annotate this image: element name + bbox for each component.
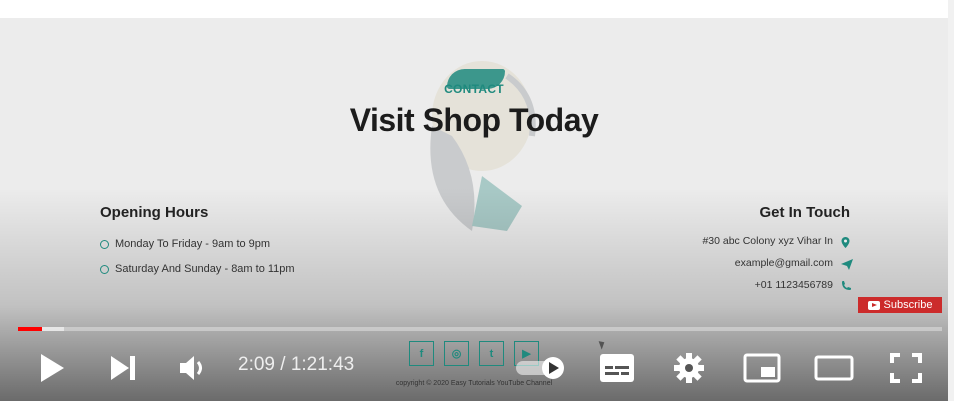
page-title: Visit Shop Today [349,102,599,138]
paper-plane-icon [841,258,853,270]
get-in-touch-title: Get In Touch [759,204,850,221]
settings-button[interactable] [671,351,707,385]
theater-mode-icon [814,355,854,381]
next-icon [111,356,135,380]
fullscreen-button[interactable] [888,352,924,384]
fullscreen-icon [890,353,922,383]
email-text: example@gmail.com [734,257,833,269]
copyright-text: copyright © 2020 Easy Tutorials YouTube … [395,380,553,387]
progress-played [18,327,43,331]
phone-icon [841,280,851,290]
address-text: #30 abc Colony xyz Vihar In [702,235,833,247]
progress-bar[interactable] [18,327,942,331]
autoplay-toggle-icon [516,357,564,379]
email-line: example@gmail.com [734,257,853,270]
map-pin-icon [841,236,850,248]
contact-label: CONTACT [444,82,504,96]
subscribe-button[interactable]: Subscribe [858,297,942,313]
miniplayer-icon [743,353,781,383]
play-icon [41,354,64,382]
autoplay-toggle[interactable] [516,357,568,379]
opening-hours-title: Opening Hours [100,204,209,221]
hours-line-weekdays: Monday To Friday - 9am to 9pm [100,238,270,250]
play-button[interactable] [34,350,70,386]
hours-line-weekend: Saturday And Sunday - 8am to 11pm [100,263,295,275]
youtube-logo-icon [867,300,880,310]
theater-mode-button[interactable] [813,354,855,382]
volume-icon [180,356,202,380]
miniplayer-button[interactable] [742,352,782,384]
subscribe-label: Subscribe [883,299,933,311]
twitter-icon: t [479,341,504,366]
settings-icon [674,353,704,383]
clock-icon [100,239,109,249]
phone-line: +01 1123456789 [754,279,851,291]
hours-text: Monday To Friday - 9am to 9pm [115,238,271,250]
facebook-icon: f [409,341,434,366]
address-line: #30 abc Colony xyz Vihar In [702,235,850,248]
subtitles-icon [600,354,634,382]
page-scrollbar[interactable] [948,0,954,401]
time-display: 2:09 / 1:21:43 [238,354,355,375]
next-button[interactable] [106,352,140,384]
instagram-icon: ◎ [444,341,469,366]
page-top-bar [0,0,954,19]
clock-icon [100,264,109,274]
video-player[interactable]: CONTACT Visit Shop Today Opening Hours M… [0,18,948,401]
subtitles-button[interactable] [598,352,636,384]
hours-text: Saturday And Sunday - 8am to 11pm [115,263,295,275]
phone-text: +01 1123456789 [754,279,833,291]
volume-button[interactable] [176,352,212,384]
